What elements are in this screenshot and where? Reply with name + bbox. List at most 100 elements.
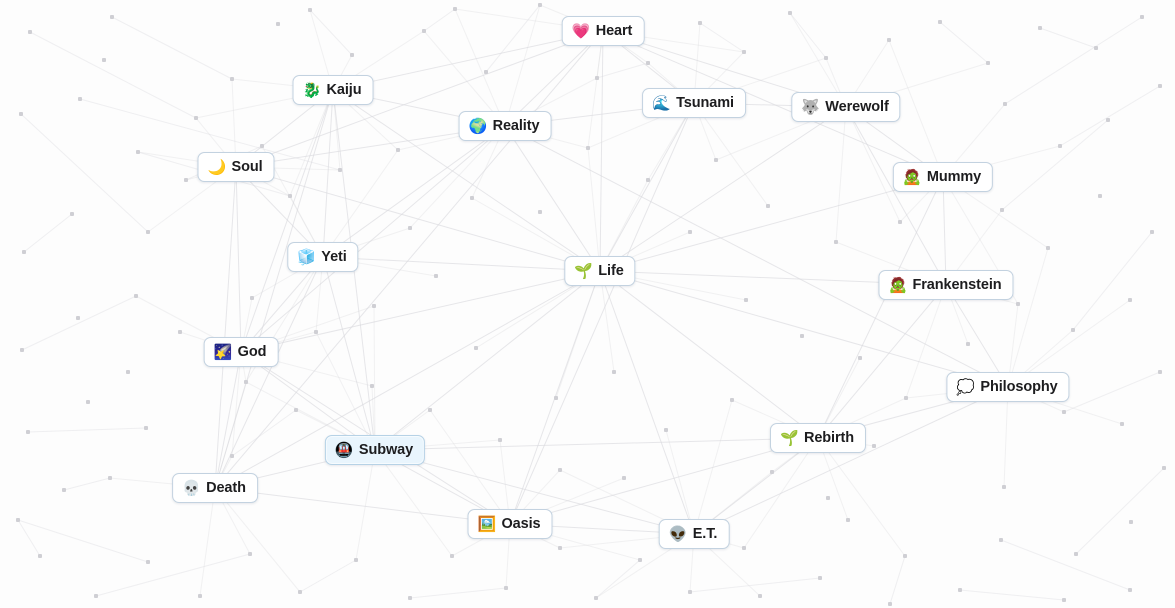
micro-node[interactable]: [146, 230, 150, 234]
micro-node[interactable]: [1000, 208, 1004, 212]
micro-node[interactable]: [958, 588, 962, 592]
micro-node[interactable]: [28, 30, 32, 34]
micro-node[interactable]: [1128, 588, 1132, 592]
element-node-kaiju[interactable]: 🐉 Kaiju: [292, 75, 374, 105]
element-node-mummy[interactable]: 🧟 Mummy: [892, 162, 994, 192]
micro-node[interactable]: [622, 476, 626, 480]
micro-node[interactable]: [766, 204, 770, 208]
micro-node[interactable]: [594, 596, 598, 600]
element-node-rebirth[interactable]: 🌱 Rebirth: [769, 423, 867, 453]
micro-node[interactable]: [146, 560, 150, 564]
micro-node[interactable]: [688, 590, 692, 594]
micro-node[interactable]: [1016, 302, 1020, 306]
micro-node[interactable]: [730, 398, 734, 402]
micro-node[interactable]: [758, 594, 762, 598]
micro-node[interactable]: [1058, 144, 1062, 148]
element-node-reality[interactable]: 🌍 Reality: [458, 111, 552, 141]
micro-node[interactable]: [1158, 370, 1162, 374]
micro-node[interactable]: [453, 7, 457, 11]
micro-node[interactable]: [230, 454, 234, 458]
micro-node[interactable]: [308, 8, 312, 12]
element-node-heart[interactable]: 💗 Heart: [561, 16, 645, 46]
micro-node[interactable]: [408, 226, 412, 230]
micro-node[interactable]: [742, 546, 746, 550]
micro-node[interactable]: [370, 384, 374, 388]
micro-node[interactable]: [408, 596, 412, 600]
micro-node[interactable]: [888, 602, 892, 606]
micro-node[interactable]: [134, 294, 138, 298]
micro-node[interactable]: [770, 470, 774, 474]
micro-node[interactable]: [396, 148, 400, 152]
micro-node[interactable]: [1002, 485, 1006, 489]
micro-node[interactable]: [1046, 246, 1050, 250]
micro-node[interactable]: [314, 330, 318, 334]
micro-node[interactable]: [1140, 15, 1144, 19]
micro-node[interactable]: [826, 496, 830, 500]
micro-node[interactable]: [298, 590, 302, 594]
micro-node[interactable]: [1098, 194, 1102, 198]
micro-node[interactable]: [800, 334, 804, 338]
micro-node[interactable]: [986, 61, 990, 65]
micro-node[interactable]: [198, 594, 202, 598]
micro-node[interactable]: [20, 348, 24, 352]
micro-node[interactable]: [260, 144, 264, 148]
micro-node[interactable]: [903, 554, 907, 558]
micro-node[interactable]: [1062, 598, 1066, 602]
element-node-life[interactable]: 🌱 Life: [564, 256, 636, 286]
micro-node[interactable]: [538, 3, 542, 7]
micro-node[interactable]: [824, 56, 828, 60]
micro-node[interactable]: [194, 116, 198, 120]
micro-node[interactable]: [76, 316, 80, 320]
micro-node[interactable]: [70, 212, 74, 216]
micro-node[interactable]: [742, 50, 746, 54]
micro-node[interactable]: [538, 210, 542, 214]
micro-node[interactable]: [887, 38, 891, 42]
micro-node[interactable]: [338, 168, 342, 172]
micro-node[interactable]: [1120, 422, 1124, 426]
micro-node[interactable]: [558, 546, 562, 550]
micro-node[interactable]: [294, 408, 298, 412]
micro-node[interactable]: [1128, 298, 1132, 302]
micro-node[interactable]: [26, 430, 30, 434]
micro-node[interactable]: [1038, 26, 1042, 30]
micro-node[interactable]: [938, 20, 942, 24]
micro-node[interactable]: [350, 53, 354, 57]
micro-node[interactable]: [646, 61, 650, 65]
micro-node[interactable]: [846, 518, 850, 522]
micro-node[interactable]: [498, 438, 502, 442]
micro-node[interactable]: [108, 476, 112, 480]
micro-node[interactable]: [248, 552, 252, 556]
element-node-yeti[interactable]: 🧊 Yeti: [287, 242, 359, 272]
micro-node[interactable]: [22, 250, 26, 254]
micro-node[interactable]: [858, 356, 862, 360]
micro-node[interactable]: [558, 468, 562, 472]
micro-node[interactable]: [999, 538, 1003, 542]
element-node-frankenstein[interactable]: 🧟 Frankenstein: [878, 270, 1014, 300]
element-node-oasis[interactable]: 🖼️ Oasis: [467, 509, 553, 539]
micro-node[interactable]: [19, 112, 23, 116]
micro-node[interactable]: [872, 444, 876, 448]
element-node-tsunami[interactable]: 🌊 Tsunami: [642, 88, 746, 118]
micro-node[interactable]: [474, 346, 478, 350]
micro-node[interactable]: [788, 11, 792, 15]
element-node-soul[interactable]: 🌙 Soul: [197, 152, 275, 182]
element-node-et[interactable]: 👽 E.T.: [658, 519, 730, 549]
micro-node[interactable]: [434, 274, 438, 278]
micro-node[interactable]: [110, 15, 114, 19]
micro-node[interactable]: [230, 77, 234, 81]
micro-node[interactable]: [136, 150, 140, 154]
micro-node[interactable]: [94, 594, 98, 598]
micro-node[interactable]: [744, 298, 748, 302]
micro-node[interactable]: [1129, 520, 1133, 524]
micro-node[interactable]: [422, 29, 426, 33]
micro-node[interactable]: [834, 240, 838, 244]
micro-node[interactable]: [184, 178, 188, 182]
micro-node[interactable]: [244, 380, 248, 384]
element-node-philosophy[interactable]: 💭 Philosophy: [946, 372, 1070, 402]
micro-node[interactable]: [966, 342, 970, 346]
micro-node[interactable]: [428, 408, 432, 412]
micro-node[interactable]: [554, 396, 558, 400]
micro-node[interactable]: [698, 21, 702, 25]
element-node-god[interactable]: 🌠 God: [203, 337, 279, 367]
micro-node[interactable]: [504, 586, 508, 590]
